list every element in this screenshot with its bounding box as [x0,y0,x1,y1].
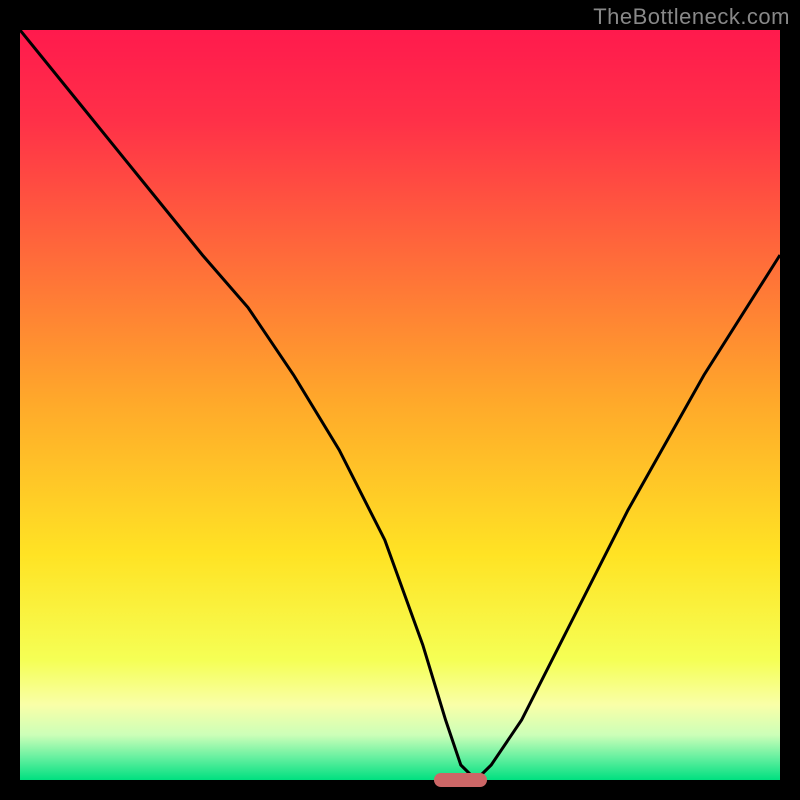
plot-area [20,30,780,780]
optimal-marker [434,773,487,787]
watermark-text: TheBottleneck.com [593,4,790,30]
background-gradient [20,30,780,780]
chart-frame: TheBottleneck.com [0,0,800,800]
